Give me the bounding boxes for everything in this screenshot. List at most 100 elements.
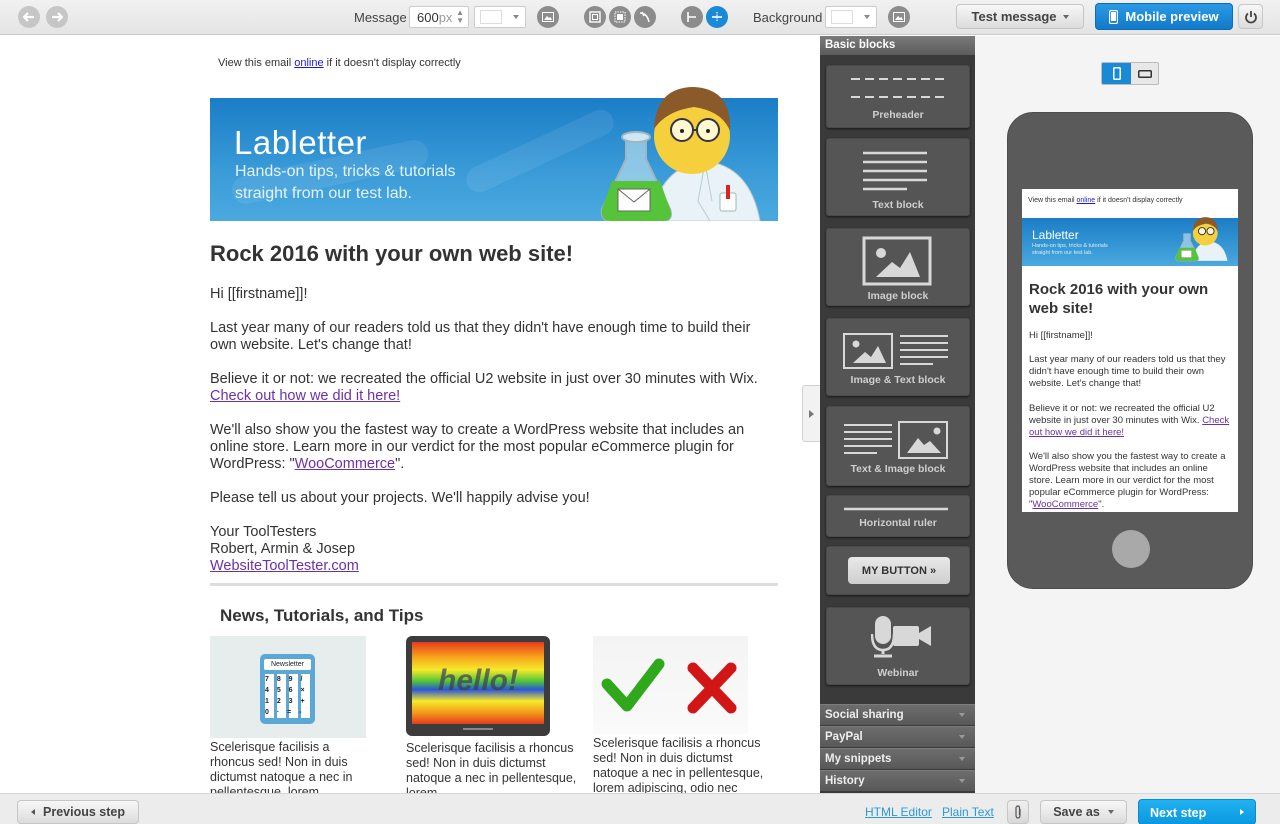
block-text-image[interactable]: Text & Image block [826,406,970,486]
orientation-toggle [1101,62,1159,85]
paragraph-2[interactable]: Believe it or not: we recreated the offi… [210,371,778,405]
block-preheader[interactable]: Preheader [826,65,970,128]
attachment-button[interactable] [1007,800,1029,824]
card-text: Scelerisque facilisis a rhoncus sed! Non… [406,741,577,793]
preheader-after: if it doesn't display correctly [323,57,461,69]
section-my-snippets[interactable]: My snippets [820,748,975,769]
redo-button[interactable] [46,6,68,28]
block-label: Image block [867,290,929,302]
article-card[interactable]: hello! Scelerisque facilisis a rhoncus s… [406,636,586,793]
background-image-button[interactable] [888,6,910,28]
phone-frame: View this email online if it doesn't dis… [1007,112,1253,589]
block-label: Text block [872,199,924,211]
paragraph-1[interactable]: Last year many of our readers told us th… [210,320,778,354]
chevron-right-icon [1240,809,1244,815]
online-link[interactable]: online [294,57,323,69]
message-image-button[interactable] [537,6,559,28]
block-image[interactable]: Image block [826,228,970,306]
woocommerce-link[interactable]: WooCommerce [295,456,395,472]
image-icon [542,12,554,22]
border-button[interactable] [584,6,606,28]
section-label: PayPal [825,731,863,743]
banner-subtitle-line: straight from our test lab. [235,185,412,202]
online-link[interactable]: online [1077,197,1096,204]
block-button[interactable]: MY BUTTON » [826,546,970,595]
section-history[interactable]: History [820,770,975,791]
section-title[interactable]: News, Tutorials, and Tips [220,606,423,626]
scientist-mascot-icon [600,87,761,221]
signature-line: Your ToolTesters [210,524,317,540]
block-label: Image & Text block [850,374,946,386]
card-text: Scelerisque facilisis a rhoncus sed! Non… [210,740,353,793]
paperclip-icon [1015,805,1021,819]
email-headline[interactable]: Rock 2016 with your own web site! [210,241,573,267]
html-editor-link[interactable]: HTML Editor [865,805,932,819]
mobile-preview-button[interactable]: Mobile preview [1095,3,1233,30]
block-webinar[interactable]: Webinar [826,607,970,685]
article-card[interactable]: Newsletter 7 8 9 / 4 5 6 × 1 2 3 + 0 · =… [210,636,366,793]
mobile-preheader: View this email online if it doesn't dis… [1028,197,1183,204]
preheader-text[interactable]: View this email online if it doesn't dis… [218,57,461,69]
preheader-before: View this email [1028,197,1077,204]
align-left-button[interactable] [681,6,703,28]
preheader-after: if it doesn't display correctly [1095,197,1183,204]
paragraph-4[interactable]: Please tell us about your projects. We'l… [210,490,778,507]
block-label: Horizontal ruler [859,517,937,529]
header-banner[interactable]: Labletter Hands-on tips, tricks & tutori… [210,87,778,221]
chevron-down-icon [1107,810,1114,814]
mobile-paragraph-1: Last year many of our readers told us th… [1029,354,1226,389]
top-toolbar: Message 600px ▲ ▼ Background Test message… [0,0,1280,35]
chevron-down-icon [959,757,965,761]
width-stepper[interactable]: ▲ ▼ [456,9,464,25]
background-color-select[interactable] [825,6,877,28]
chevron-down-icon [513,15,519,19]
basic-blocks-header[interactable]: Basic blocks [820,36,975,55]
landscape-button[interactable] [1131,63,1158,84]
banner-subtitle-line: Hands-on tips, tricks & tutorials [235,163,456,180]
block-label: Text & Image block [850,463,946,475]
paragraph-2-text: Believe it or not: we recreated the offi… [210,371,758,387]
next-step-button[interactable]: Next step [1138,799,1256,824]
article-card[interactable]: Scelerisque facilisis a rhoncus sed! Non… [593,636,778,793]
woocommerce-link[interactable]: WooCommerce [1032,499,1098,510]
previous-step-label: Previous step [43,805,125,819]
align-left-icon [687,12,696,22]
check-out-link[interactable]: Check out how we did it here! [210,388,400,404]
email-canvas: View this email online if it doesn't dis… [0,36,820,793]
previous-step-button[interactable]: Previous step [17,800,139,824]
portrait-button[interactable] [1102,63,1131,84]
paragraph-3-end: ". [1098,499,1105,510]
message-color-select[interactable] [474,6,526,28]
message-width-input[interactable]: 600px ▲ ▼ [409,6,469,28]
section-label: My snippets [825,753,892,765]
text-lines-icon [863,151,927,191]
chevron-down-icon [1062,14,1069,19]
width-unit: px [438,10,453,25]
collapse-panel-handle[interactable] [802,385,820,442]
landscape-phone-icon [1138,69,1152,78]
paragraph-3[interactable]: We'll also show you the fastest way to c… [210,422,778,473]
save-as-button[interactable]: Save as [1040,800,1127,824]
greeting-text[interactable]: Hi [[firstname]]! [210,286,778,303]
website-link[interactable]: WebsiteToolTester.com [210,558,359,574]
horizontal-rule[interactable] [210,583,778,586]
block-image-text[interactable]: Image & Text block [826,318,970,396]
test-message-button[interactable]: Test message [956,4,1084,29]
undo-button[interactable] [18,6,40,28]
padding-button[interactable] [609,6,631,28]
padding-icon [614,11,626,23]
align-center-button[interactable] [706,6,728,28]
phone-screen[interactable]: View this email online if it doesn't dis… [1022,189,1238,512]
block-horizontal-ruler[interactable]: Horizontal ruler [826,495,970,537]
paragraph-3-end: ". [395,456,405,472]
plain-text-link[interactable]: Plain Text [942,805,994,819]
section-social-sharing[interactable]: Social sharing [820,704,975,725]
block-label: Webinar [877,667,919,679]
block-text[interactable]: Text block [826,138,970,216]
radius-button[interactable] [634,6,656,28]
smartphone-icon [1109,9,1119,24]
section-paypal[interactable]: PayPal [820,726,975,747]
signature[interactable]: Your ToolTesters Robert, Armin & Josep W… [210,524,778,575]
check-and-cross-image [593,636,748,734]
logout-button[interactable] [1238,4,1263,29]
